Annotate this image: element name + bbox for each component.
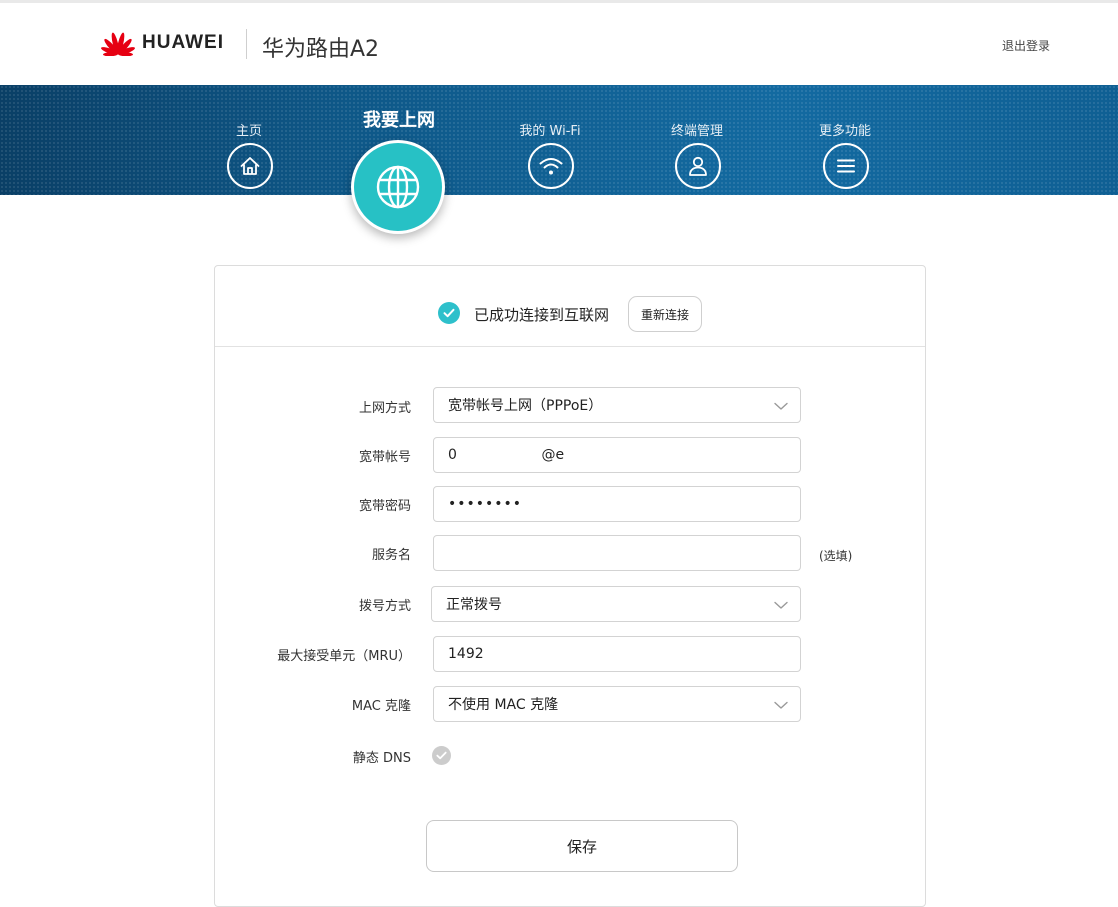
chevron-down-icon bbox=[774, 701, 788, 709]
reconnect-button[interactable]: 重新连接 bbox=[628, 296, 702, 332]
nav-label-wifi: 我的 Wi-Fi bbox=[519, 124, 581, 139]
brand-name: HUAWEI bbox=[142, 32, 224, 53]
connected-check-icon bbox=[438, 302, 460, 324]
nav-circle-devices bbox=[675, 143, 721, 189]
service-name-label: 服务名 bbox=[371, 548, 411, 563]
nav-label-more: 更多功能 bbox=[818, 124, 871, 139]
chevron-down-icon bbox=[774, 601, 788, 609]
nav-circle-internet bbox=[351, 140, 445, 234]
connection-status-bar: 已成功连接到互联网 重新连接 bbox=[215, 266, 925, 347]
account-input[interactable]: 0 @e bbox=[433, 437, 801, 473]
service-name-input[interactable] bbox=[433, 535, 801, 571]
mru-input[interactable]: 1492 bbox=[433, 636, 801, 672]
user-icon bbox=[689, 156, 707, 176]
header-divider bbox=[246, 29, 247, 59]
globe-icon bbox=[376, 165, 420, 209]
connection-type-select[interactable]: 宽带帐号上网（PPPoE） bbox=[433, 387, 801, 423]
connection-type-value: 宽带帐号上网（PPPoE） bbox=[448, 398, 603, 414]
nav-circle-wifi bbox=[528, 143, 574, 189]
save-button[interactable]: 保存 bbox=[426, 820, 738, 872]
home-icon bbox=[240, 157, 260, 175]
mru-label: 最大接受单元（MRU） bbox=[277, 649, 411, 664]
product-name: 华为路由A2 bbox=[262, 37, 380, 62]
mac-clone-label: MAC 克隆 bbox=[351, 699, 411, 714]
service-name-hint: (选填) bbox=[819, 549, 853, 563]
static-dns-label: 静态 DNS bbox=[352, 751, 411, 766]
menu-icon bbox=[837, 159, 855, 173]
header: HUAWEI 华为路由A2 退出登录 bbox=[0, 3, 1118, 85]
internet-settings-card: 已成功连接到互联网 重新连接 上网方式 宽带帐号上网（PPPoE） 宽带帐号 0… bbox=[214, 265, 926, 907]
checkmark-glyph bbox=[443, 308, 455, 318]
account-label: 宽带帐号 bbox=[358, 450, 411, 465]
password-input[interactable]: •••••••• bbox=[433, 486, 801, 522]
password-label: 宽带密码 bbox=[358, 499, 411, 514]
nav-label-devices: 终端管理 bbox=[670, 124, 723, 139]
nav-circle-more bbox=[823, 143, 869, 189]
mac-clone-select[interactable]: 不使用 MAC 克隆 bbox=[433, 686, 801, 722]
mac-clone-value: 不使用 MAC 克隆 bbox=[448, 697, 559, 713]
nav-label-home: 主页 bbox=[235, 124, 262, 139]
dial-mode-value: 正常拨号 bbox=[446, 597, 502, 613]
wifi-icon bbox=[539, 158, 563, 175]
connection-type-label: 上网方式 bbox=[358, 401, 411, 416]
check-icon bbox=[436, 751, 447, 760]
logout-link[interactable]: 退出登录 bbox=[1002, 37, 1050, 54]
nav-label-internet: 我要上网 bbox=[363, 110, 435, 131]
dial-mode-select[interactable]: 正常拨号 bbox=[431, 586, 801, 622]
static-dns-toggle[interactable] bbox=[432, 746, 451, 765]
main-nav: 主页 我要上网 我的 Wi-Fi 终端管理 更多功能 bbox=[0, 85, 1118, 234]
connection-status-text: 已成功连接到互联网 bbox=[474, 306, 610, 324]
dial-mode-label: 拨号方式 bbox=[358, 599, 411, 614]
chevron-down-icon bbox=[774, 402, 788, 410]
huawei-petals-icon bbox=[101, 32, 135, 56]
nav-circle-home bbox=[227, 143, 273, 189]
huawei-logo: HUAWEI bbox=[100, 28, 224, 58]
